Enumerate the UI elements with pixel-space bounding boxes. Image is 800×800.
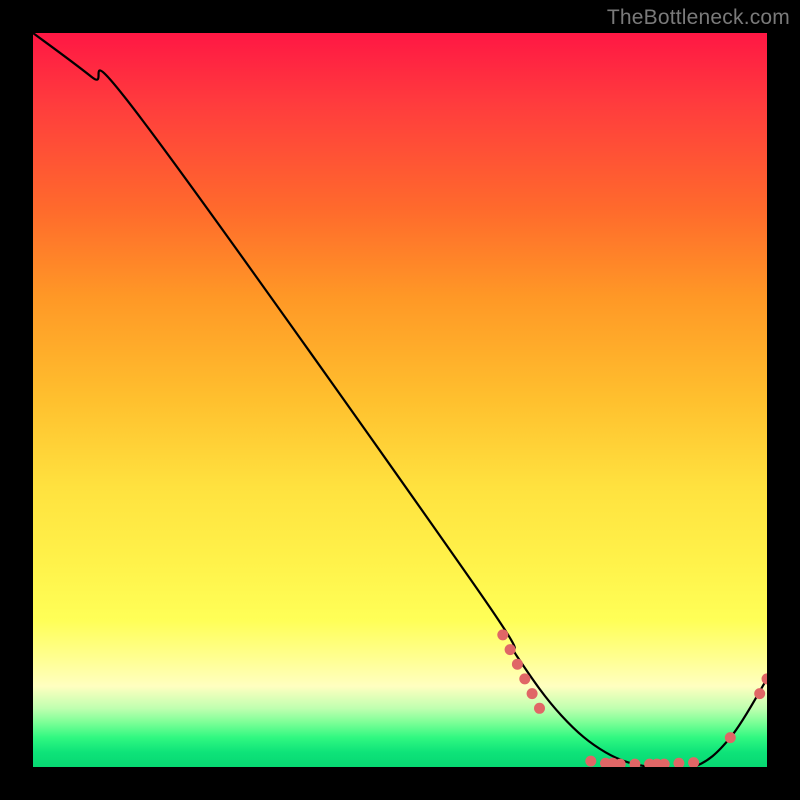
highlight-points [497, 629, 767, 767]
chart-frame: TheBottleneck.com [0, 0, 800, 800]
marker-point [534, 703, 545, 714]
watermark-text: TheBottleneck.com [607, 6, 790, 30]
marker-point [505, 644, 516, 655]
bottleneck-curve [33, 33, 767, 767]
marker-point [688, 757, 699, 767]
chart-svg [33, 33, 767, 767]
marker-point [629, 759, 640, 767]
plot-area [33, 33, 767, 767]
marker-point [512, 659, 523, 670]
marker-point [673, 758, 684, 767]
marker-point [762, 673, 768, 684]
marker-point [725, 732, 736, 743]
marker-point [497, 629, 508, 640]
marker-point [585, 756, 596, 767]
marker-point [519, 673, 530, 684]
marker-point [754, 688, 765, 699]
marker-point [527, 688, 538, 699]
